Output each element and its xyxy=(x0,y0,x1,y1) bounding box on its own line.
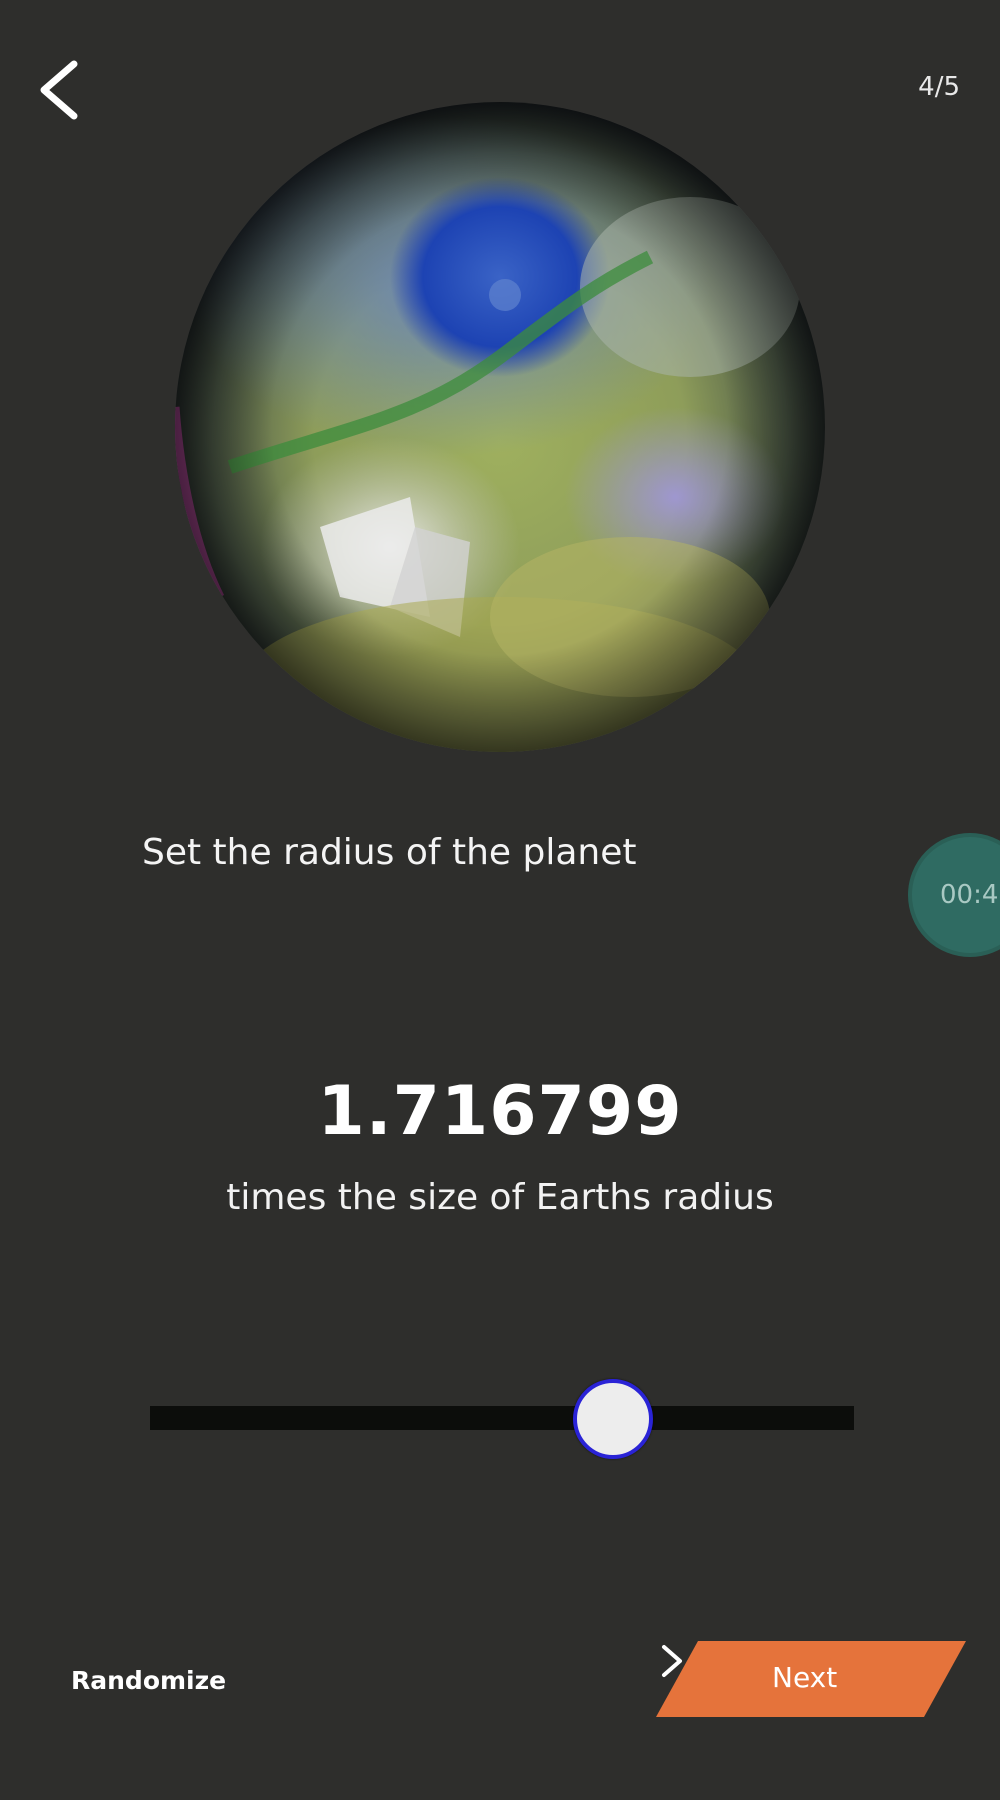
timer-text: 00:46 xyxy=(940,880,1000,910)
planet-globe xyxy=(175,102,825,752)
next-button[interactable]: Next xyxy=(656,1641,966,1717)
planet-visual[interactable] xyxy=(170,97,830,757)
radius-value: 1.716799 xyxy=(317,1072,683,1151)
back-button[interactable] xyxy=(30,50,90,130)
chevron-right-icon xyxy=(662,1645,682,1677)
chevron-left-icon xyxy=(40,60,78,120)
next-label: Next xyxy=(772,1661,838,1694)
timer-badge: 00:46 xyxy=(908,833,1000,957)
prompt-text: Set the radius of the planet xyxy=(142,832,637,873)
radius-slider-thumb[interactable] xyxy=(573,1379,654,1459)
step-indicator: 4/5 xyxy=(918,72,960,102)
radius-slider-track[interactable] xyxy=(150,1406,854,1430)
radius-unit-text: times the size of Earths radius xyxy=(226,1177,774,1218)
randomize-button[interactable]: Randomize xyxy=(71,1666,226,1695)
